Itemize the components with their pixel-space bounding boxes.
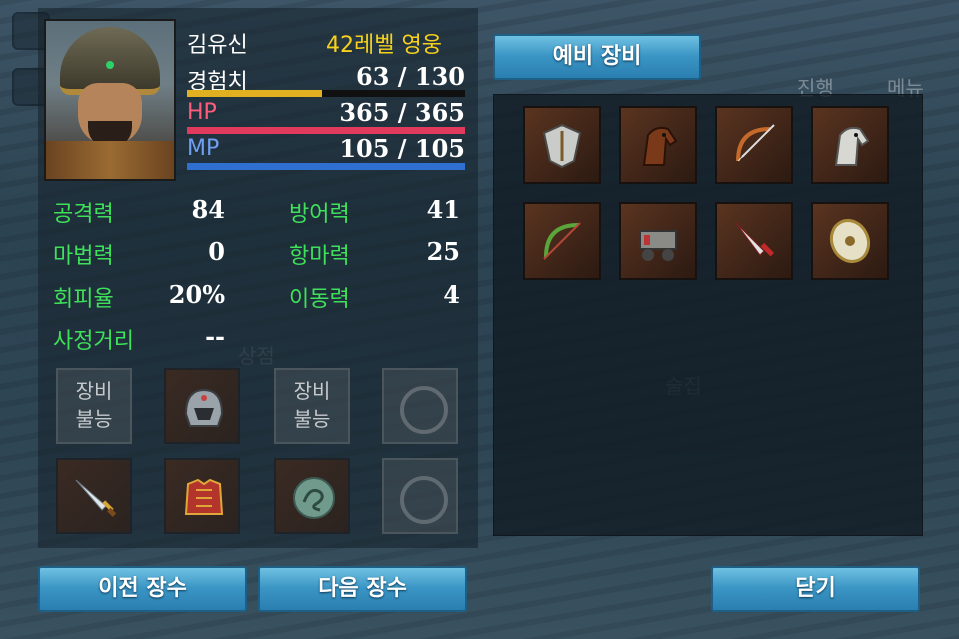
reserve-item-4[interactable] (811, 106, 889, 184)
hp-value: 365 / 365 (339, 98, 465, 127)
mp-value: 105 / 105 (339, 134, 465, 163)
resist-value: 25 (426, 237, 460, 266)
resist-label: 항마력 (289, 244, 350, 269)
hero-portrait (44, 19, 176, 181)
close-button[interactable]: 닫기 (711, 566, 920, 612)
mp-bar-fill (187, 163, 465, 170)
prev-general-button[interactable]: 이전 장수 (38, 566, 247, 612)
unavailable-text-line2: 불능 (293, 407, 331, 431)
hp-label: HP (187, 100, 217, 125)
movement-value: 4 (443, 280, 460, 309)
unavailable-text-line1: 장비 (293, 379, 331, 403)
equip-slot-ring-2[interactable] (382, 458, 458, 534)
attack-label: 공격력 (53, 202, 114, 227)
reserve-item-3[interactable] (715, 106, 793, 184)
dragon-coin-icon (293, 477, 335, 519)
red-sword-icon (735, 222, 775, 257)
horse-brown-icon (642, 126, 678, 166)
equip-slot-helmet[interactable] (164, 368, 240, 444)
mp-label: MP (187, 136, 220, 161)
hp-bar (187, 127, 465, 134)
next-general-button[interactable]: 다음 장수 (258, 566, 467, 612)
range-value: -- (205, 322, 225, 351)
green-bow-icon (543, 222, 581, 260)
defense-label: 방어력 (289, 202, 350, 227)
siege-cart-icon (639, 230, 677, 261)
reserve-item-2[interactable] (619, 106, 697, 184)
shield-icon (542, 123, 582, 169)
equip-slot-ring-1[interactable] (382, 368, 458, 444)
range-label: 사정거리 (53, 329, 134, 354)
equip-slot-weapon[interactable] (56, 458, 132, 534)
exp-bar-fill (187, 90, 322, 97)
magic-value: 0 (208, 237, 225, 266)
evasion-label: 회피율 (53, 287, 114, 312)
exp-bar (187, 90, 465, 97)
reserve-item-5[interactable] (523, 202, 601, 280)
equip-slot-accessory[interactable] (274, 458, 350, 534)
equip-slot-unavailable-2[interactable]: 장비 불능 (274, 368, 350, 444)
movement-label: 이동력 (289, 287, 350, 312)
evasion-value: 20% (168, 280, 225, 309)
horse-white-icon (834, 126, 870, 166)
attack-value: 84 (191, 195, 225, 224)
reserve-equipment-tab[interactable]: 예비 장비 (493, 34, 701, 80)
magic-label: 마법력 (53, 244, 114, 269)
unavailable-text-line2: 불능 (75, 407, 113, 431)
exp-value: 63 / 130 (356, 62, 465, 91)
hp-bar-fill (187, 127, 465, 134)
defense-value: 41 (426, 195, 460, 224)
reserve-item-8[interactable] (811, 202, 889, 280)
reserve-item-6[interactable] (619, 202, 697, 280)
mp-bar (187, 163, 465, 170)
equip-slot-armor[interactable] (164, 458, 240, 534)
ring-empty-icon (400, 386, 448, 434)
hero-name: 김유신 (187, 33, 248, 58)
unavailable-text-line1: 장비 (75, 379, 113, 403)
armor-icon (184, 478, 224, 515)
hero-level: 42레벨 영웅 (326, 33, 442, 58)
reserve-item-1[interactable] (523, 106, 601, 184)
helmet-icon (184, 388, 224, 427)
sword-icon (75, 479, 117, 517)
gold-shield-icon (829, 219, 871, 263)
bow-icon (736, 124, 775, 162)
ring-empty-icon (400, 476, 448, 524)
reserve-item-7[interactable] (715, 202, 793, 280)
equip-slot-unavailable-1[interactable]: 장비 불능 (56, 368, 132, 444)
